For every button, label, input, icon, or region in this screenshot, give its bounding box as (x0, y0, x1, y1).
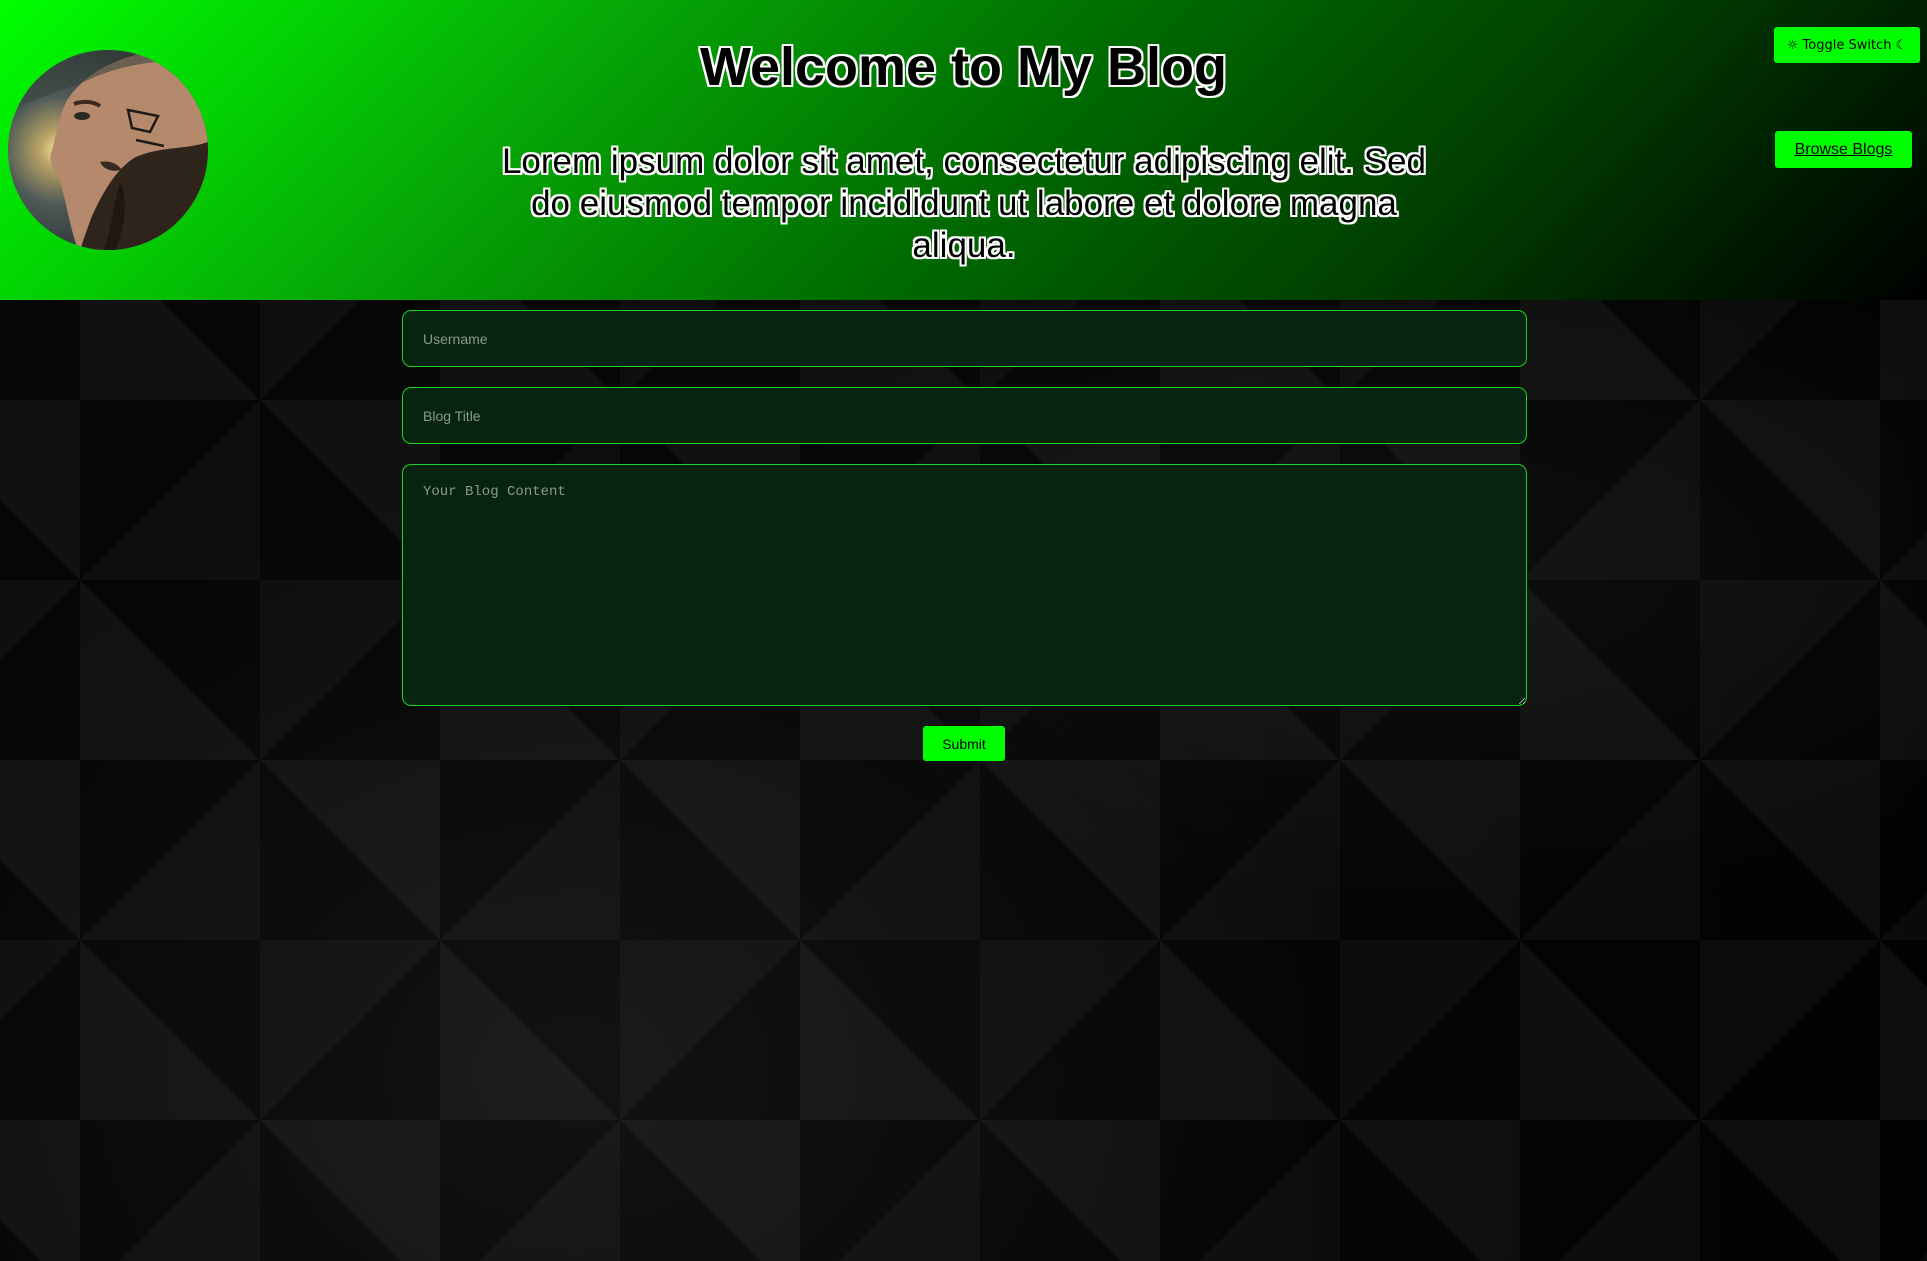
blog-form: Submit (402, 310, 1527, 761)
theme-toggle-button[interactable]: ☼ Toggle Switch ☾ (1774, 27, 1920, 63)
username-input[interactable] (402, 310, 1527, 367)
submit-button[interactable]: Submit (923, 726, 1005, 761)
blog-title-input[interactable] (402, 387, 1527, 444)
intro-text: Lorem ipsum dolor sit amet, consectetur … (501, 142, 1427, 265)
header: Welcome to My Blog Lorem ipsum dolor sit… (0, 0, 1927, 300)
browse-blogs-link[interactable]: Browse Blogs (1775, 131, 1912, 168)
page-title: Welcome to My Blog (699, 37, 1228, 97)
blog-content-textarea[interactable] (402, 464, 1527, 706)
